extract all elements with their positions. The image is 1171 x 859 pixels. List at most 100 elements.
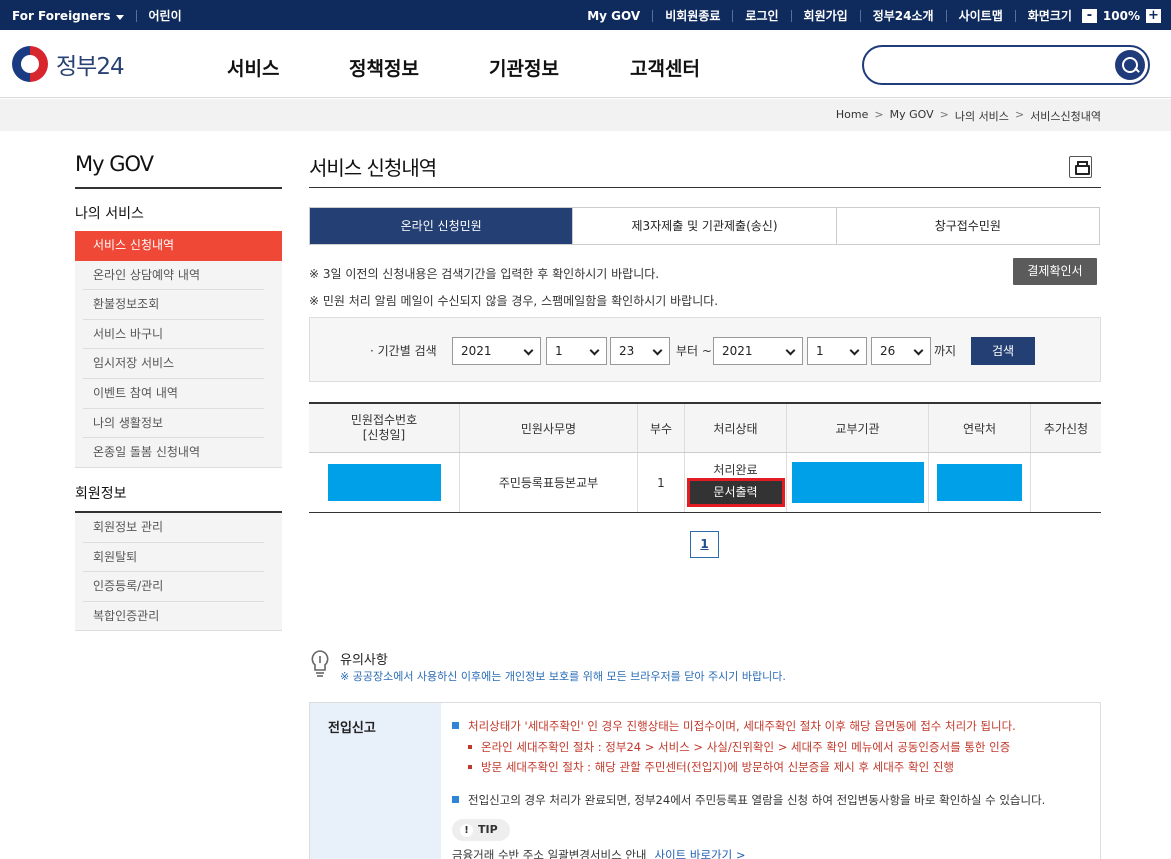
contact-cell <box>928 453 1030 512</box>
chevron-down-icon <box>523 345 534 356</box>
col-contact: 연락처 <box>928 404 1030 452</box>
bullet-icon <box>468 745 472 749</box>
nav-agency[interactable]: 기관정보 <box>489 54 559 81</box>
sidebar-item-member-manage[interactable]: 회원정보 관리 <box>75 513 282 543</box>
from-year-select[interactable]: 2021 <box>452 337 541 365</box>
tip-badge: ! TIP <box>452 819 510 841</box>
period-search: · 기간별 검색 2021 1 23 부터 ~ 2021 1 26 까지 검색 <box>309 317 1101 382</box>
breadcrumb-myservice[interactable]: 나의 서비스 <box>955 108 1009 124</box>
to-year-select[interactable]: 2021 <box>713 337 803 365</box>
bullet-icon <box>452 796 459 803</box>
lightbulb-icon <box>311 650 329 677</box>
login-link[interactable]: 로그인 <box>745 7 778 24</box>
col-copies: 부수 <box>637 404 684 452</box>
from-text: 부터 ~ <box>676 344 712 358</box>
chevron-down-icon <box>652 345 663 356</box>
breadcrumb-mygov[interactable]: My GOV <box>890 108 934 124</box>
search-input[interactable] <box>862 45 1150 85</box>
sidebar-item-refund[interactable]: 환불정보조회 <box>75 290 282 320</box>
notice-text: ※ 민원 처리 알림 메일이 수신되지 않을 경우, 스팸메일함을 확인하시기 … <box>309 294 719 308</box>
tab-online[interactable]: 온라인 신청민원 <box>310 208 573 244</box>
to-day-select[interactable]: 26 <box>871 337 931 365</box>
to-text: 까지 <box>934 344 957 358</box>
tab-counter[interactable]: 창구접수민원 <box>835 208 1099 244</box>
table-row: 주민등록표등본교부 1 처리완료 문서출력 <box>309 453 1101 512</box>
sidebar-item-service-history[interactable]: 서비스 신청내역 <box>75 231 282 261</box>
col-extra: 추가신청 <box>1030 404 1101 452</box>
for-foreigners-menu[interactable]: For Foreigners <box>12 9 124 23</box>
bullet-icon <box>452 722 459 729</box>
page: For Foreigners 어린이 My GOV 비회원종료 로그인 회원가입… <box>0 0 1171 859</box>
receipt-no-cell <box>309 453 459 512</box>
notice-line: 처리상태가 '세대주확인' 인 경우 진행상태는 미접수이며, 세대주확인 절차… <box>452 718 1016 734</box>
tip-line: 금융거래 수반 주소 일괄변경서비스 안내 사이트 바로가기 > <box>452 847 746 859</box>
table-header: 민원접수번호 [신청일] 민원사무명 부수 처리상태 교부기관 연락처 추가신청 <box>309 404 1101 453</box>
redacted-block <box>327 464 441 501</box>
nav-policy[interactable]: 정책정보 <box>349 54 419 81</box>
sidebar-item-withdraw[interactable]: 회원탈퇴 <box>75 543 282 573</box>
notice-label: 전입신고 <box>310 703 441 859</box>
from-day-select[interactable]: 23 <box>610 337 670 365</box>
to-month-value: 1 <box>816 344 824 358</box>
sidebar-menu-myservice: 서비스 신청내역 온라인 상담예약 내역 환불정보조회 서비스 바구니 임시저장… <box>75 231 282 468</box>
sidebar-item-cert[interactable]: 인증등록/관리 <box>75 572 282 602</box>
zoom-in-button[interactable]: + <box>1146 8 1161 23</box>
for-foreigners-label: For Foreigners <box>12 8 111 23</box>
tab-third-party[interactable]: 제3자제출 및 기관제출(송신) <box>572 208 835 244</box>
mygov-link[interactable]: My GOV <box>587 9 640 23</box>
about-link[interactable]: 정부24소개 <box>873 7 934 24</box>
nonmember-exit-link[interactable]: 비회원종료 <box>665 7 720 24</box>
breadcrumb-bar: Home > My GOV > 나의 서비스 > 서비스신청내역 <box>0 99 1171 131</box>
site-header: 정부24 서비스 정책정보 기관정보 고객센터 <box>0 30 1171 98</box>
breadcrumb: Home > My GOV > 나의 서비스 > 서비스신청내역 <box>835 108 1101 124</box>
sidebar-item-life-info[interactable]: 나의 생활정보 <box>75 409 282 439</box>
from-year-value: 2021 <box>461 344 492 358</box>
zoom-value: 100% <box>1102 8 1140 23</box>
sidebar-section-myservice[interactable]: 나의 서비스 <box>75 203 144 223</box>
search-icon[interactable] <box>1115 50 1145 80</box>
chevron-down-icon <box>589 345 600 356</box>
service-name-cell[interactable]: 주민등록표등본교부 <box>459 453 637 512</box>
print-icon[interactable] <box>1069 156 1092 178</box>
page-1-link[interactable]: 1 <box>690 531 719 558</box>
nav-services[interactable]: 서비스 <box>227 54 279 81</box>
notice-line: 전입신고의 경우 처리가 완료되면, 정부24에서 주민등록표 열람을 신청 하… <box>452 792 1045 808</box>
sidebar-item-basket[interactable]: 서비스 바구니 <box>75 320 282 350</box>
sidebar-title: My GOV <box>75 152 154 176</box>
col-service-name: 민원사무명 <box>459 404 637 452</box>
document-print-button[interactable]: 문서출력 <box>686 478 785 507</box>
notice-line-text: 전입신고의 경우 처리가 완료되면, 정부24에서 주민등록표 열람을 신청 하… <box>468 793 1046 807</box>
zoom-label: 화면크기 <box>1027 9 1072 23</box>
sidebar-item-events[interactable]: 이벤트 참여 내역 <box>75 379 282 409</box>
sidebar-section-member[interactable]: 회원정보 <box>75 483 127 503</box>
status-cell: 처리완료 문서출력 <box>684 453 786 512</box>
site-link[interactable]: 사이트 바로가기 > <box>654 848 745 859</box>
nav-support[interactable]: 고객센터 <box>630 54 700 81</box>
sidebar-item-consult-reservation[interactable]: 온라인 상담예약 내역 <box>75 261 282 291</box>
tab-list: 온라인 신청민원 제3자제출 및 기관제출(송신) 창구접수민원 <box>309 207 1100 245</box>
notice-text: ※ 3일 이전의 신청내용은 검색기간을 입력한 후 확인하시기 바랍니다. <box>309 267 660 281</box>
caution-title: 유의사항 <box>340 653 388 668</box>
sidebar-menu-member: 회원정보 관리 회원탈퇴 인증등록/관리 복합인증관리 <box>75 511 282 632</box>
kids-link[interactable]: 어린이 <box>149 7 182 24</box>
notice-body: 처리상태가 '세대주확인' 인 경우 진행상태는 미접수이며, 세대주확인 절차… <box>441 703 1100 859</box>
application-table: 민원접수번호 [신청일] 민원사무명 부수 처리상태 교부기관 연락처 추가신청… <box>309 402 1101 513</box>
to-month-select[interactable]: 1 <box>807 337 867 365</box>
payment-receipt-button[interactable]: 결제확인서 <box>1013 258 1097 285</box>
period-search-button[interactable]: 검색 <box>971 337 1035 365</box>
period-label: · 기간별 검색 <box>370 344 437 358</box>
sidebar-item-childcare[interactable]: 온종일 돌봄 신청내역 <box>75 438 282 468</box>
from-month-select[interactable]: 1 <box>546 337 607 365</box>
col-receipt-no: 민원접수번호 [신청일] <box>350 413 418 442</box>
zoom-out-button[interactable]: - <box>1081 8 1097 23</box>
redacted-block <box>937 464 1022 501</box>
logo[interactable]: 정부24 <box>12 46 125 82</box>
sitemap-link[interactable]: 사이트맵 <box>959 7 1003 24</box>
from-month-value: 1 <box>555 344 563 358</box>
signup-link[interactable]: 회원가입 <box>804 7 848 24</box>
breadcrumb-home[interactable]: Home <box>836 108 868 124</box>
sidebar-item-temp-saved[interactable]: 임시저장 서비스 <box>75 349 282 379</box>
bullet-icon <box>468 765 472 769</box>
sidebar-item-multi-auth[interactable]: 복합인증관리 <box>75 602 282 632</box>
exclamation-icon: ! <box>460 824 473 837</box>
